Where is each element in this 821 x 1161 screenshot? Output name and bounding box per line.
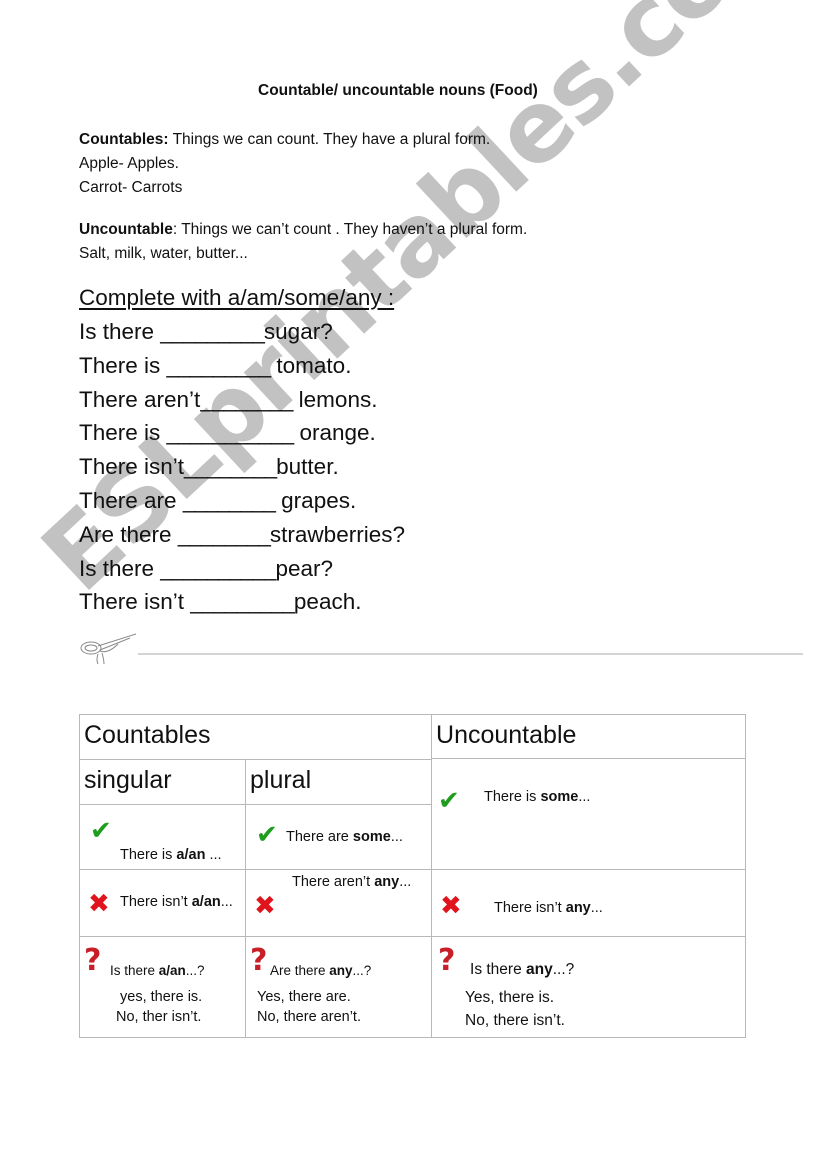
plural-answer-no: No, there aren’t. <box>257 1009 361 1025</box>
exercise-text: orange. <box>293 420 376 446</box>
cut-line <box>80 633 803 665</box>
plural-header: plural <box>244 759 433 805</box>
scissors-icon <box>80 633 137 665</box>
plural-question-text: Are there any...? <box>270 963 372 978</box>
cross-icon: ✖ <box>254 890 276 920</box>
exercise-item: There isn’t________butter. <box>79 454 339 480</box>
exercise-text: Are there <box>79 521 178 547</box>
answer-blank[interactable]: _________ <box>190 589 295 614</box>
uncountable-affirmative-text: There is some... <box>484 789 591 805</box>
answer-blank[interactable]: ________ <box>184 454 277 479</box>
exercise-heading: Complete with a/am/some/any : <box>79 285 395 310</box>
singular-header: singular <box>79 759 246 805</box>
uncountable-label: Uncountable <box>79 221 173 238</box>
uncountable-question: ? Is there any...? Yes, there is. No, th… <box>431 936 747 1038</box>
plural-question: ? Are there any...? Yes, there are. No, … <box>244 936 433 1038</box>
exercise-item: There is _________ tomato. <box>79 353 351 379</box>
exercise-text: strawberries? <box>269 521 405 547</box>
countables-example: Carrot- Carrots <box>79 179 183 196</box>
exercise-text: Is there <box>79 555 161 581</box>
exercise-text: butter. <box>276 454 339 480</box>
exercise-item: Are there ________strawberries? <box>79 522 405 548</box>
check-icon: ✔ <box>90 815 112 845</box>
exercise-text: There isn’t <box>79 589 191 615</box>
singular-answer-no: No, ther isn’t. <box>116 1009 202 1025</box>
singular-question: ? Is there a/an...? yes, there is. No, t… <box>79 936 246 1038</box>
answer-blank[interactable]: _________ <box>167 353 272 378</box>
answer-blank[interactable]: __________ <box>160 556 276 581</box>
uncountable-affirmative: ✔ There is some... <box>432 759 745 867</box>
plural-negative-text: There aren’t any... <box>292 874 412 890</box>
exercise-item: There aren’t________ lemons. <box>79 387 377 413</box>
exercise-text: sugar? <box>263 319 333 344</box>
exercise-text: Is there <box>79 319 161 344</box>
exercise-text: lemons. <box>292 386 378 412</box>
plural-affirmative: ✔ There are some... <box>244 804 433 870</box>
exercise-text: There aren’t <box>79 386 201 412</box>
countables-example: Apple- Apples. <box>79 155 179 172</box>
answer-blank[interactable]: ________ <box>183 488 276 513</box>
exercise-text: peach. <box>293 589 362 615</box>
countables-text: Things we can count. They have a plural … <box>168 131 491 148</box>
plural-negative: ✖ There aren’t any... <box>244 869 433 937</box>
exercise-text: There is <box>79 420 167 446</box>
answer-blank[interactable]: ________ <box>200 387 293 412</box>
uncountable-answer-yes: Yes, there is. <box>465 989 555 1006</box>
plural-answer-yes: Yes, there are. <box>257 989 351 1005</box>
countables-header: Countables <box>78 714 433 760</box>
grammar-table: Countables Uncountable ✔ There is some..… <box>78 714 747 1038</box>
uncountable-column: Uncountable ✔ There is some... <box>431 714 747 870</box>
countables-label: Countables: <box>79 131 169 148</box>
page-title: Countable/ uncountable nouns (Food) <box>258 82 538 99</box>
uncountable-answer-no: No, there isn’t. <box>465 1012 565 1029</box>
question-icon: ? <box>438 943 456 978</box>
exercise-item: There is ___________ orange. <box>79 420 376 446</box>
question-icon: ? <box>250 943 268 978</box>
uncountable-question-text: Is there any...? <box>470 961 575 978</box>
plural-affirmative-text: There are some... <box>286 829 403 845</box>
exercise-text: There is <box>79 352 167 378</box>
uncountable-negative-text: There isn’t any... <box>494 900 603 916</box>
exercise-text: tomato. <box>270 352 352 378</box>
cross-icon: ✖ <box>88 888 110 918</box>
countables-definition: Countables: Things we can count. They ha… <box>79 128 490 200</box>
singular-question-text: Is there a/an...? <box>110 963 205 978</box>
exercise-item: Is there __________pear? <box>79 556 333 582</box>
exercise-text: There isn’t <box>79 454 185 480</box>
singular-affirmative: ✔ There is a/an ... <box>79 804 246 870</box>
answer-blank[interactable]: _________ <box>160 319 265 344</box>
exercise-text: grapes. <box>274 488 357 513</box>
singular-answer-yes: yes, there is. <box>120 989 203 1005</box>
question-icon: ? <box>84 943 102 978</box>
answer-blank[interactable]: ___________ <box>167 420 295 445</box>
exercise-text: pear? <box>275 555 333 581</box>
uncountable-definition: Uncountable: Things we can’t count . The… <box>79 218 527 266</box>
check-icon: ✔ <box>256 819 278 849</box>
uncountable-text: : Things we can’t count . They haven’t a… <box>172 221 528 238</box>
singular-affirmative-text: There is a/an ... <box>120 847 222 863</box>
answer-blank[interactable]: ________ <box>178 522 271 547</box>
uncountable-header: Uncountable <box>432 715 746 759</box>
uncountable-examples: Salt, milk, water, butter... <box>79 245 248 262</box>
exercise-item: There are ________ grapes. <box>79 488 356 514</box>
exercise-item: Is there _________sugar? <box>79 319 333 345</box>
singular-negative-text: There isn’t a/an... <box>120 894 233 910</box>
check-icon: ✔ <box>438 785 460 815</box>
cross-icon: ✖ <box>440 890 462 920</box>
singular-negative: ✖ There isn’t a/an... <box>79 869 246 937</box>
exercise-item: There isn’t _________peach. <box>79 589 361 615</box>
uncountable-negative: ✖ There isn’t any... <box>431 869 747 937</box>
exercise-text: There are <box>79 488 183 513</box>
